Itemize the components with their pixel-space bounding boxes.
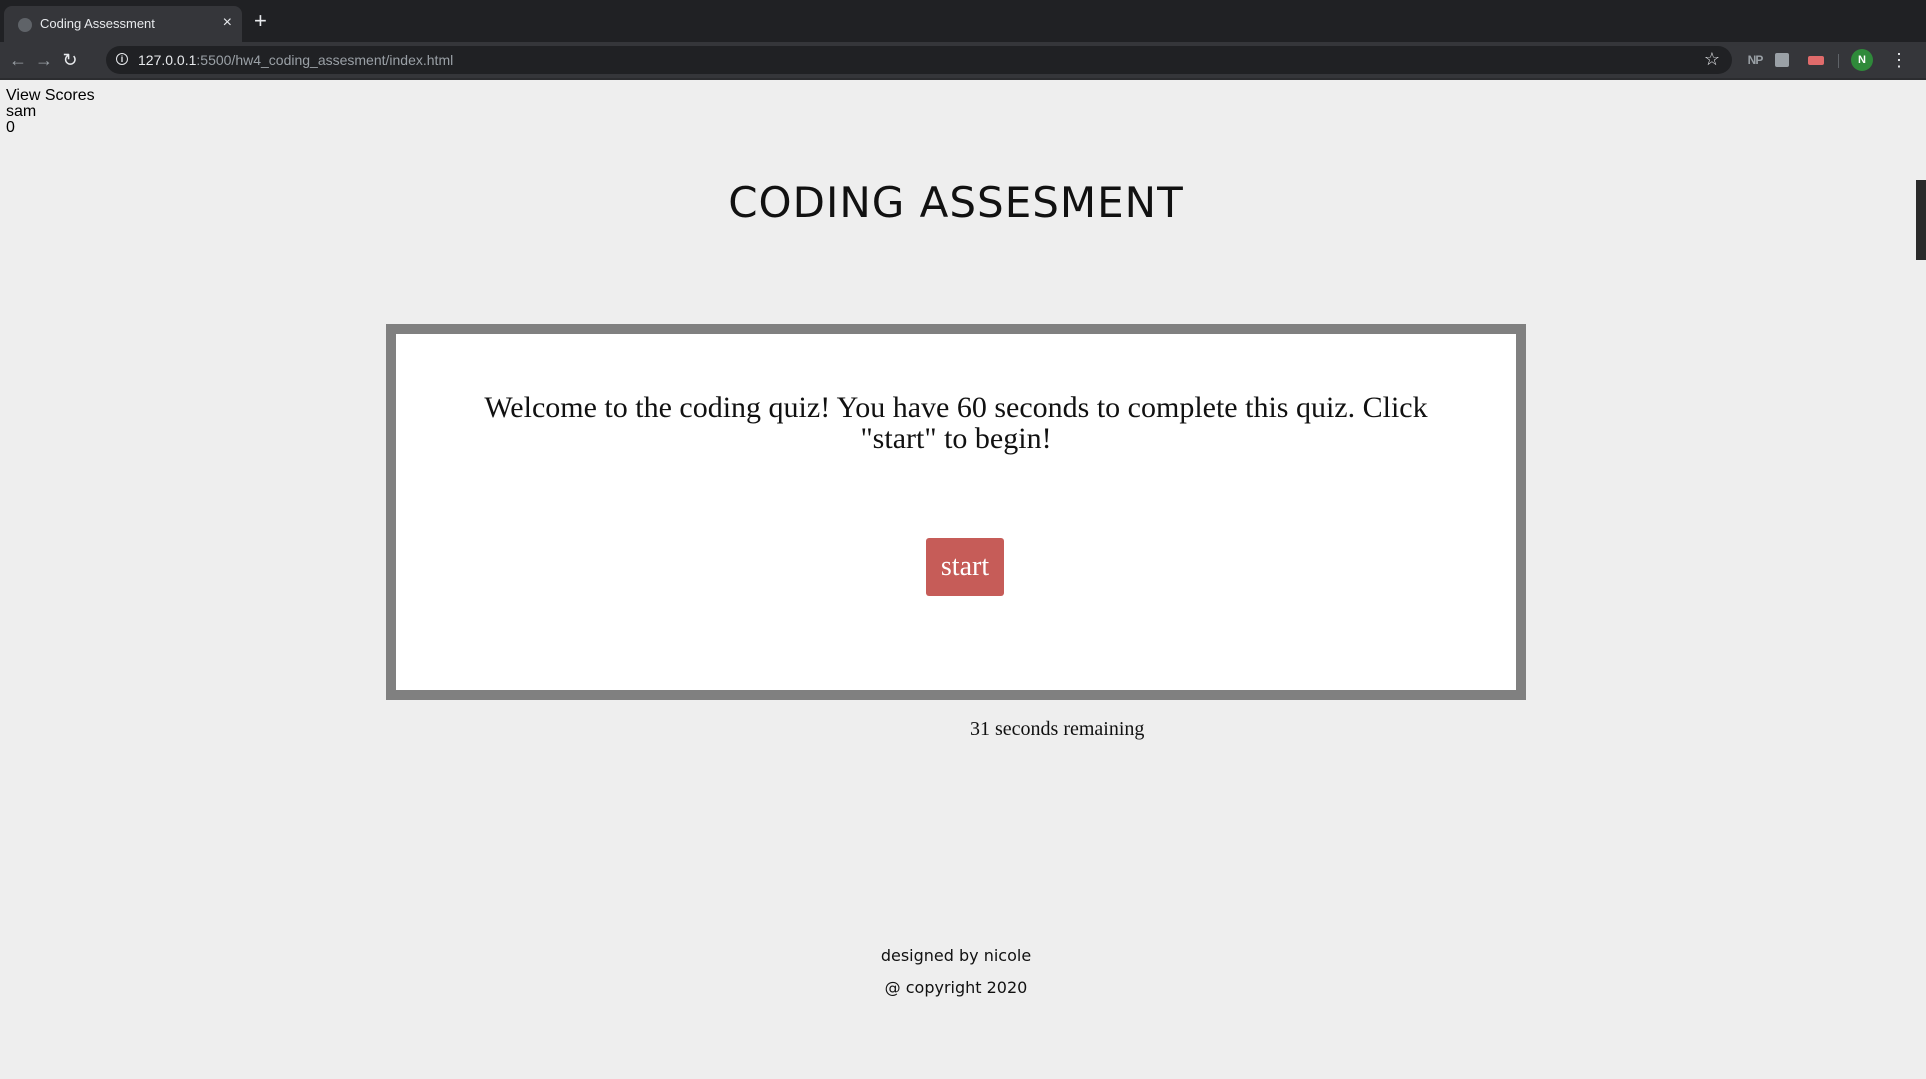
footer-designer: designed by nicole [880,946,1032,965]
score-name: sam [6,103,37,120]
back-arrow-icon[interactable]: ← [6,48,30,72]
browser-tab[interactable]: Coding Assessment × [4,6,242,42]
profile-avatar[interactable]: N [1851,49,1873,71]
start-button[interactable]: start [926,538,1004,596]
footer-copyright: @ copyright 2020 [884,978,1028,997]
quiz-container: Welcome to the coding quiz! You have 60 … [386,324,1526,700]
close-tab-icon[interactable]: × [223,14,232,32]
quiz-instructions: Welcome to the coding quiz! You have 60 … [484,391,1428,455]
scrollbar-thumb[interactable] [1916,180,1926,260]
score-value: 0 [6,119,15,136]
address-bar[interactable]: i 127.0.0.1:5500/hw4_coding_assesment/in… [106,46,1732,74]
browser-toolbar: ← → ↻ i 127.0.0.1:5500/hw4_coding_assesm… [0,42,1926,80]
url-host: 127.0.0.1 [138,52,197,68]
extension-icon[interactable] [1775,53,1789,67]
new-tab-icon[interactable]: + [254,10,267,32]
timer-text: 31 seconds remaining [970,718,1145,740]
score-panel: View Scores sam 0 [6,88,95,136]
browser-tab-bar: Coding Assessment × + [0,0,1926,42]
footer: designed by nicole @ copyright 2020 [0,944,1912,1008]
np-extension-icon[interactable]: NP [1744,50,1766,70]
info-icon[interactable]: i [116,53,128,65]
globe-icon [18,18,32,32]
forward-arrow-icon[interactable]: → [32,48,56,72]
bookmark-star-icon[interactable]: ☆ [1704,49,1720,70]
reload-icon[interactable]: ↻ [58,48,82,72]
view-scores-link[interactable]: View Scores [6,88,95,104]
url-path: :5500/hw4_coding_assesment/index.html [196,52,454,68]
red-extension-icon[interactable] [1806,50,1826,70]
url-text[interactable]: 127.0.0.1:5500/hw4_coding_assesment/inde… [138,52,453,68]
tab-title: Coding Assessment [40,16,155,31]
more-menu-icon[interactable]: ⋮ [1890,48,1908,72]
page-body: View Scores sam 0 CODING ASSESMENT Welco… [0,80,1926,1079]
page-title: CODING ASSESMENT [728,178,1184,227]
toolbar-divider [1838,54,1839,68]
